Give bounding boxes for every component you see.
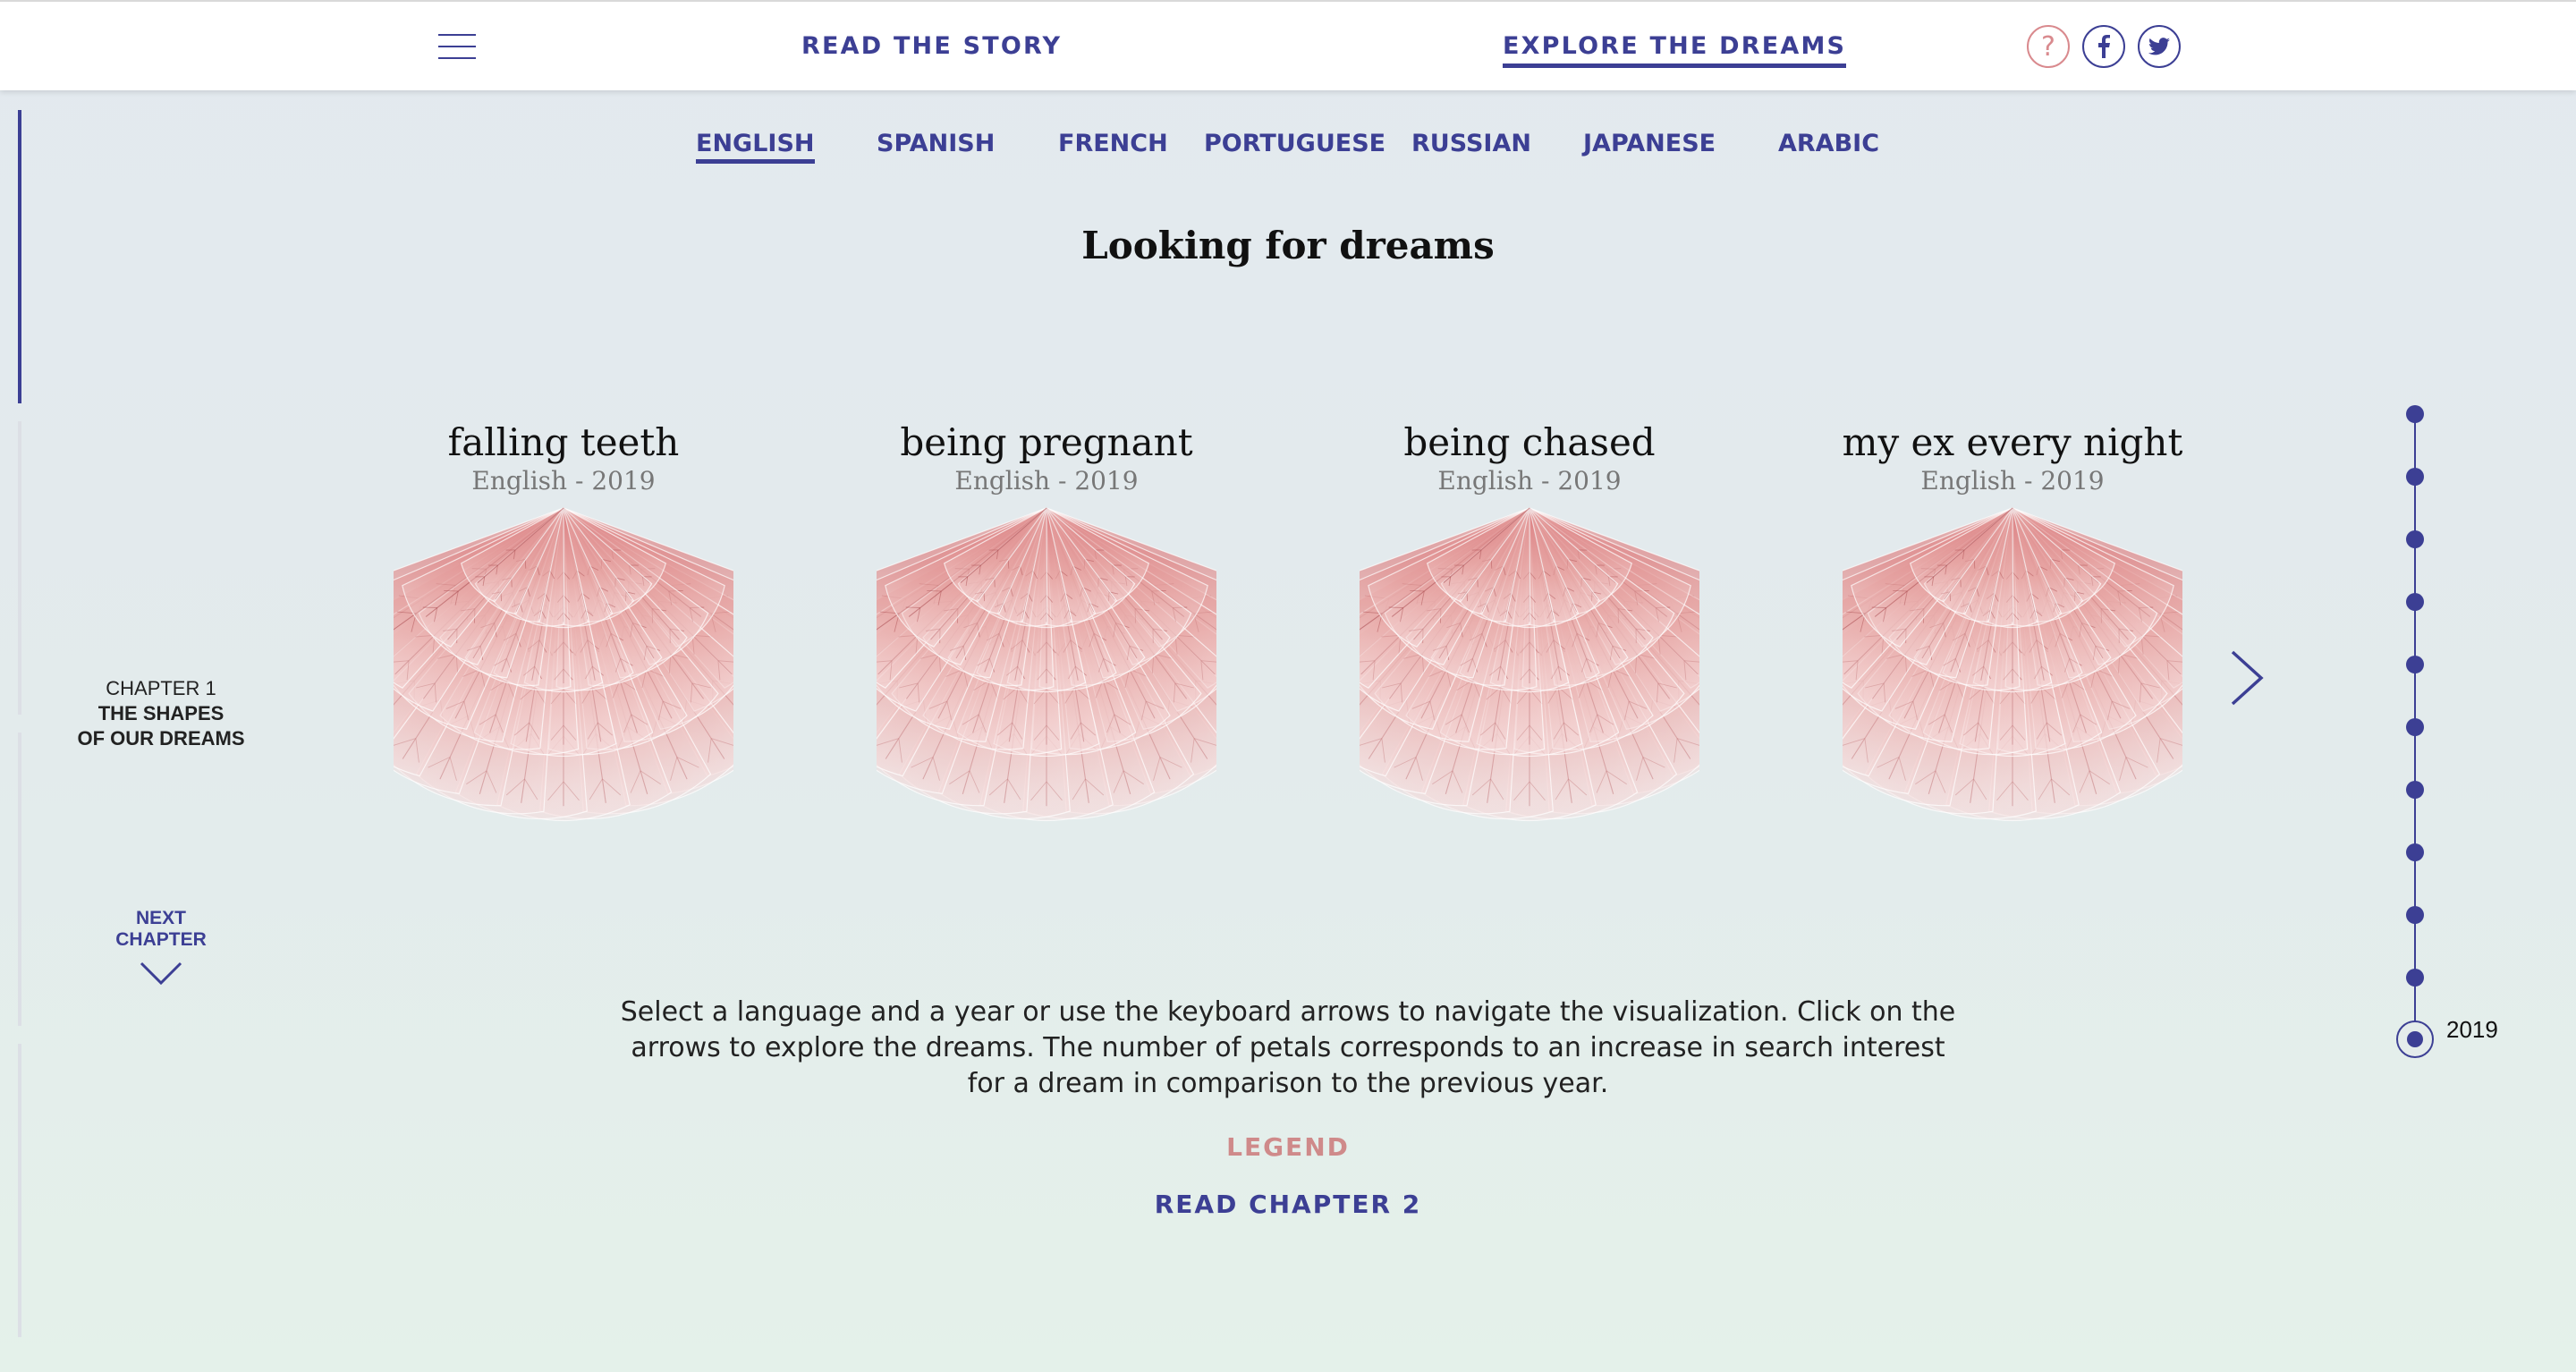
dream-subtitle: English - 2019	[954, 466, 1139, 495]
chapter-number: CHAPTER 1	[106, 677, 216, 699]
dream-subtitle: English - 2019	[1920, 466, 2105, 495]
twitter-icon[interactable]	[2138, 25, 2181, 68]
timeline-dot[interactable]	[2406, 656, 2424, 673]
timeline-dot[interactable]	[2406, 906, 2424, 924]
chapter-name-line1: THE SHAPES	[97, 702, 225, 724]
dream-card[interactable]: falling teeth English - 2019	[376, 420, 751, 832]
selected-year-label: 2019	[2446, 1016, 2498, 1043]
dream-title: being pregnant	[900, 420, 1193, 464]
dream-card[interactable]: being chased English - 2019	[1342, 420, 1717, 832]
timeline-dot[interactable]	[2406, 468, 2424, 486]
timeline-dot[interactable]	[2406, 781, 2424, 799]
tab-arabic[interactable]: ARABIC	[1778, 130, 1879, 157]
dream-flower-icon[interactable]	[1360, 501, 1699, 832]
next-chapter-line2: CHAPTER	[115, 929, 207, 950]
explore-the-dreams-link[interactable]: EXPLORE THE DREAMS	[1503, 32, 1847, 68]
timeline-dot[interactable]	[2406, 969, 2424, 987]
chapter-progress-segment	[18, 421, 21, 715]
timeline-dot-selected[interactable]	[2396, 1021, 2434, 1058]
next-chapter-button[interactable]: NEXT CHAPTER	[98, 908, 224, 987]
chapter-label: CHAPTER 1 THE SHAPES OF OUR DREAMS	[54, 676, 268, 751]
help-symbol: ?	[2041, 30, 2055, 63]
dream-title: my ex every night	[1842, 420, 2183, 464]
instructions-text: Select a language and a year or use the …	[620, 996, 1956, 1099]
read-the-story-link[interactable]: READ THE STORY	[801, 32, 1062, 60]
legend-button[interactable]: LEGEND	[1226, 1132, 1350, 1162]
top-navigation-bar: READ THE STORY EXPLORE THE DREAMS ?	[0, 0, 2576, 90]
chapter-progress-active	[18, 110, 21, 403]
chapter-progress-segment	[18, 733, 21, 1026]
timeline-dot[interactable]	[2406, 593, 2424, 611]
dream-subtitle: English - 2019	[471, 466, 656, 495]
dream-flower-icon[interactable]	[1843, 501, 2182, 832]
next-chapter-line1: NEXT	[135, 908, 186, 928]
dream-flower-icon[interactable]	[877, 501, 1216, 832]
tab-portuguese[interactable]: PORTUGUESE	[1204, 130, 1385, 157]
dream-card[interactable]: being pregnant English - 2019	[859, 420, 1234, 832]
help-icon[interactable]: ?	[2027, 25, 2070, 68]
facebook-icon[interactable]	[2082, 25, 2125, 68]
chevron-down-icon	[140, 961, 182, 986]
timeline-dot[interactable]	[2406, 405, 2424, 423]
tab-japanese[interactable]: JAPANESE	[1583, 130, 1716, 157]
timeline-dot[interactable]	[2406, 718, 2424, 736]
dream-title: falling teeth	[447, 420, 680, 464]
chevron-right-icon[interactable]	[2227, 648, 2268, 707]
dream-title: being chased	[1403, 420, 1656, 464]
menu-icon[interactable]	[438, 32, 478, 61]
tab-french[interactable]: FRENCH	[1058, 130, 1168, 157]
dream-card[interactable]: my ex every night English - 2019	[1825, 420, 2200, 832]
timeline-dot[interactable]	[2406, 530, 2424, 548]
page-title: Looking for dreams	[1081, 224, 1495, 267]
dream-flower-icon[interactable]	[394, 501, 733, 832]
tab-english[interactable]: ENGLISH	[696, 130, 815, 164]
tab-spanish[interactable]: SPANISH	[877, 130, 995, 157]
tab-russian[interactable]: RUSSIAN	[1411, 130, 1531, 157]
dream-subtitle: English - 2019	[1437, 466, 1622, 495]
timeline-dot[interactable]	[2406, 843, 2424, 861]
read-chapter-2-link[interactable]: READ CHAPTER 2	[1155, 1190, 1422, 1219]
chapter-name-line2: OF OUR DREAMS	[77, 727, 245, 750]
